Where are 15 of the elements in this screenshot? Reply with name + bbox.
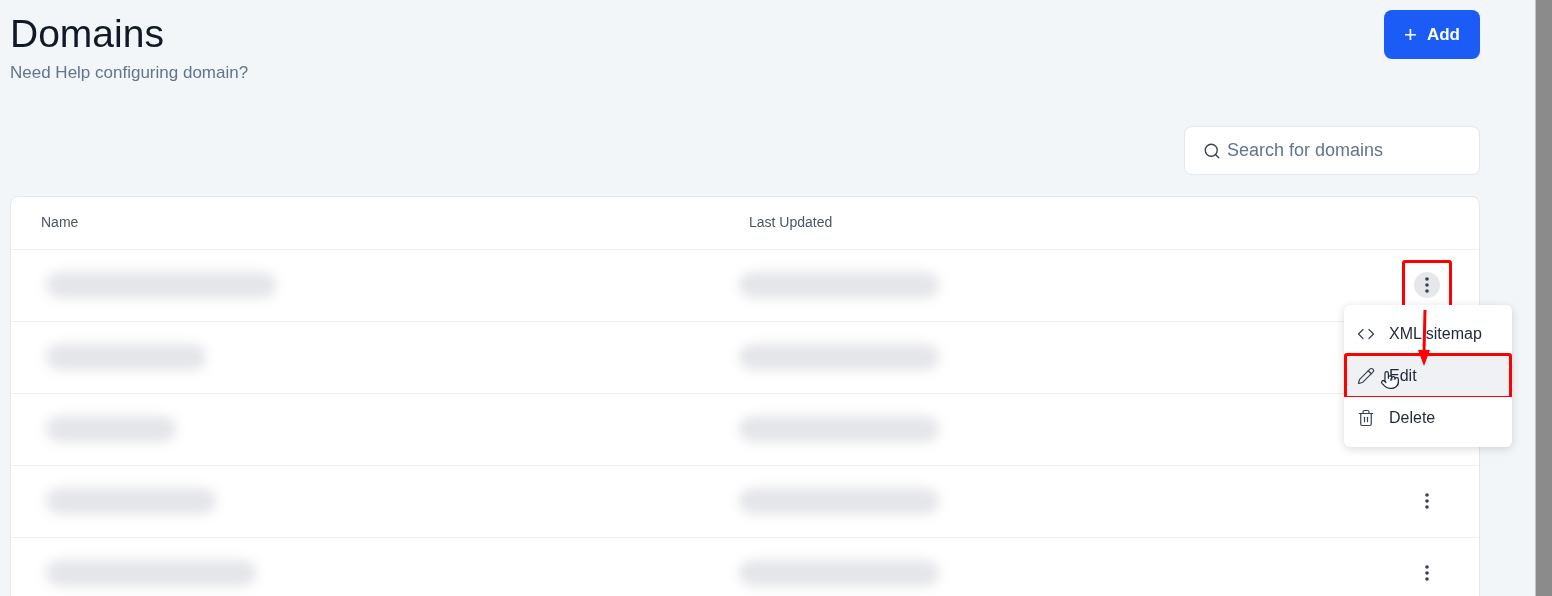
menu-item[interactable]: Delete bbox=[1344, 397, 1512, 439]
more-button[interactable] bbox=[1414, 272, 1440, 298]
add-button[interactable]: + Add bbox=[1384, 10, 1480, 59]
search-icon bbox=[1203, 141, 1221, 160]
more-icon bbox=[1425, 277, 1429, 293]
more-icon bbox=[1425, 565, 1429, 581]
column-header: Last Updated bbox=[749, 213, 833, 232]
trash-icon bbox=[1357, 409, 1375, 427]
menu-item[interactable]: XML sitemap bbox=[1344, 313, 1512, 355]
page-subtitle: Need Help configuring domain? bbox=[10, 62, 249, 84]
search-field[interactable]: Search for domains bbox=[1184, 125, 1480, 175]
column-header: Name bbox=[41, 213, 80, 232]
pencil-icon bbox=[1357, 367, 1375, 385]
more-icon bbox=[1425, 493, 1429, 509]
page-title: Domains bbox=[10, 11, 165, 57]
